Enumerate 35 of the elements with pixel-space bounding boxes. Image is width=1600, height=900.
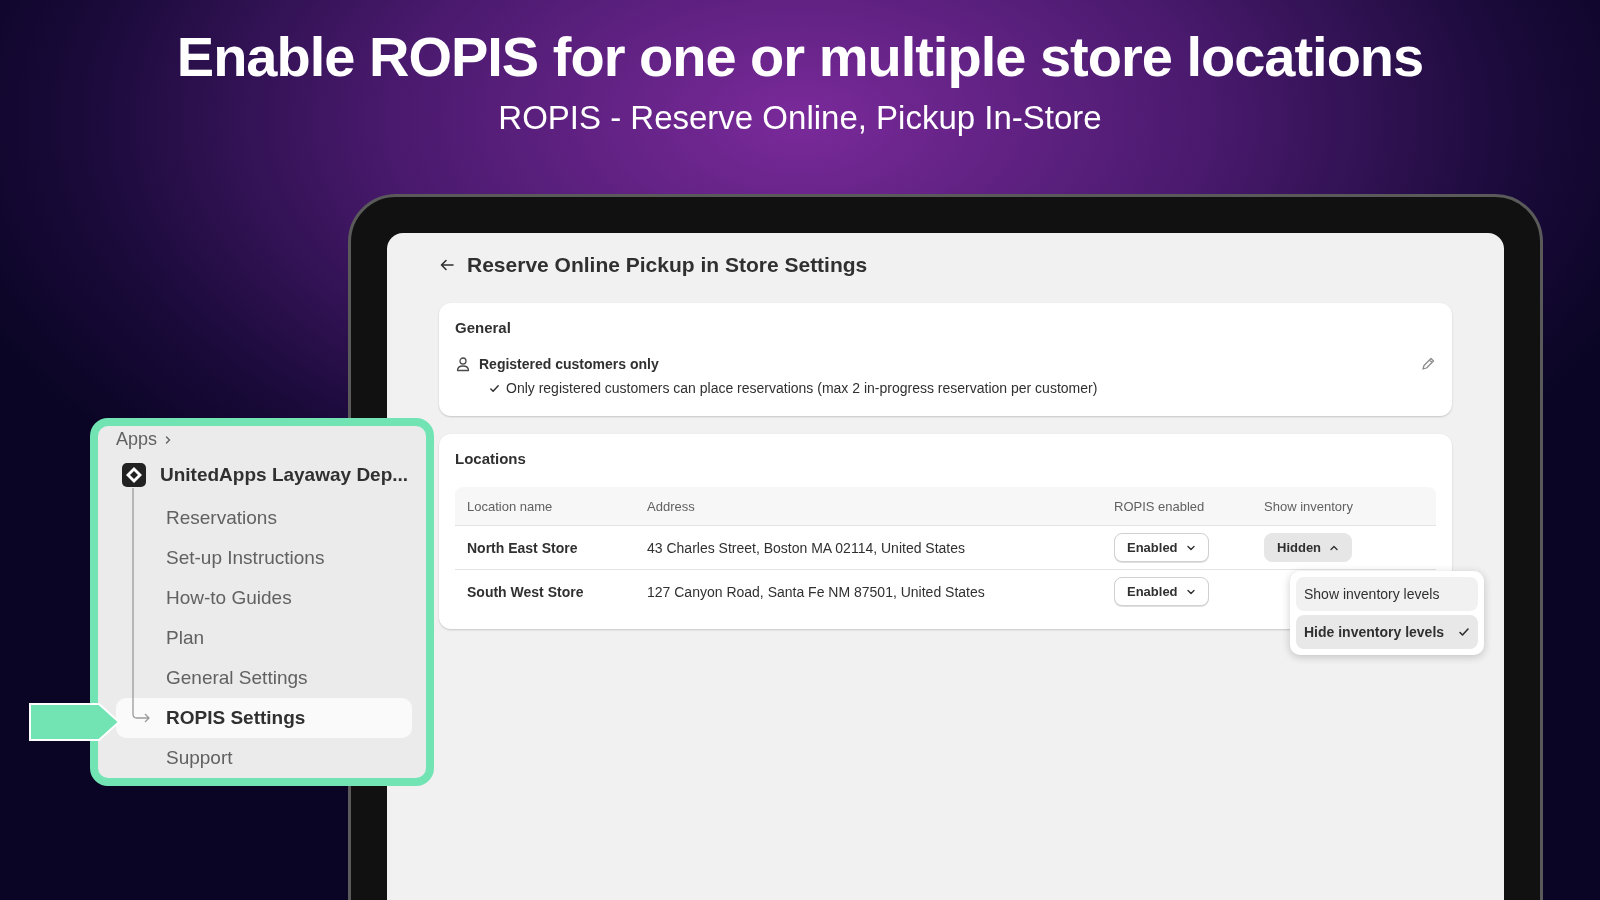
location-address: 43 Charles Street, Boston MA 02114, United States xyxy=(647,539,967,556)
dropdown-option[interactable]: Show inventory levels xyxy=(1296,577,1478,611)
location-name: South West Store xyxy=(467,583,585,600)
nav-item[interactable]: ROPIS Settings xyxy=(116,698,412,738)
person-icon xyxy=(455,356,471,372)
nav-item[interactable]: Support xyxy=(116,738,412,778)
breadcrumb-link[interactable]: Apps xyxy=(116,429,158,451)
app-logo-icon xyxy=(122,462,146,487)
ropis-select[interactable]: Enabled xyxy=(1114,533,1209,562)
inventory-select[interactable]: Hidden xyxy=(1264,533,1353,562)
column-header: Show inventory xyxy=(1264,498,1354,514)
app-name[interactable]: UnitedApps Layaway Dep... xyxy=(160,463,409,486)
ropis-select[interactable]: Enabled xyxy=(1114,577,1209,606)
checkmark-icon xyxy=(489,382,500,394)
page-title: Reserve Online Pickup in Store Settings xyxy=(467,253,868,277)
nav-item[interactable]: How-to Guides xyxy=(116,578,412,618)
setting-name: Registered customers only xyxy=(479,356,660,372)
dropdown-option[interactable]: Hide inventory levels xyxy=(1296,615,1478,649)
column-header: Location name xyxy=(467,498,554,514)
setting-description: Only registered customers can place reservations (max 2 in-progress reservation per customer) xyxy=(506,380,1098,396)
back-arrow-icon[interactable] xyxy=(439,257,455,273)
location-address: 127 Canyon Road, Santa Fe NM 87501, United States xyxy=(647,583,986,600)
location-name: North East Store xyxy=(467,539,579,556)
nav-item[interactable]: Reservations xyxy=(116,498,412,538)
subheadline: ROPIS - Reserve Online, Pickup In-Store xyxy=(498,99,1102,137)
headline: Enable ROPIS for one or multiple store locations xyxy=(176,24,1424,89)
nav-item[interactable]: General Settings xyxy=(116,658,412,698)
card-heading: Locations xyxy=(455,450,527,467)
column-header: ROPIS enabled xyxy=(1114,498,1206,514)
nav-item[interactable]: Plan xyxy=(116,618,412,658)
column-header: Address xyxy=(647,498,696,514)
card-heading: General xyxy=(455,319,512,336)
checkmark-icon xyxy=(1458,626,1470,638)
pencil-icon[interactable] xyxy=(1420,356,1436,372)
nav-item[interactable]: Set-up Instructions xyxy=(116,538,412,578)
